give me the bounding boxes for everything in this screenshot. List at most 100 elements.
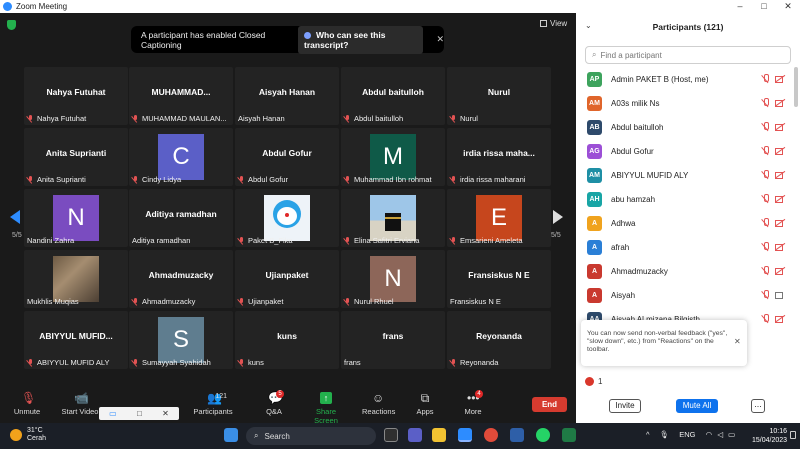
cc-banner-close-icon[interactable]: ✕	[436, 34, 444, 45]
excel-icon[interactable]	[562, 428, 576, 442]
video-tile[interactable]: S Sumayyah Syahidah	[129, 311, 233, 369]
video-tile[interactable]: C Cindy Lidya	[129, 128, 233, 186]
share-screen-button[interactable]: ↑ Share Screen	[304, 392, 348, 425]
video-tile[interactable]: Aditiya ramadhan Aditiya ramadhan	[129, 189, 233, 247]
video-tile[interactable]: Aisyah Hanan Aisyah Hanan	[235, 67, 339, 125]
maximize-button[interactable]: □	[752, 0, 776, 13]
video-tile[interactable]: Paket B_Fika	[235, 189, 339, 247]
tile-name-label: MUHAMMAD MAULAN...	[132, 114, 227, 123]
video-tile[interactable]: frans frans	[341, 311, 445, 369]
zoom-app-icon[interactable]	[458, 428, 472, 442]
weather-widget[interactable]: 31°C Cerah	[10, 427, 46, 443]
panel-more-button[interactable]: ...	[751, 399, 765, 413]
video-tile[interactable]: Ahmadmuzacky Ahmadmuzacky	[129, 250, 233, 308]
view-button[interactable]: View	[540, 19, 567, 28]
previous-page-arrow-icon[interactable]	[10, 210, 20, 224]
participants-panel: ⌄ Participants (121) ⌕ AP Admin PAKET B (…	[576, 13, 800, 423]
closed-caption-banner: A participant has enabled Closed Caption…	[131, 25, 444, 54]
video-tile[interactable]: Nurul Nurul	[447, 67, 551, 125]
muted-mic-icon	[450, 236, 457, 245]
video-tile[interactable]: Reyonanda Reyonanda	[447, 311, 551, 369]
tip-close-icon[interactable]: ✕	[734, 338, 741, 346]
minimize-button[interactable]: –	[728, 0, 752, 13]
muted-mic-icon	[762, 314, 770, 323]
tile-display-name: Nahya Futuhat	[46, 87, 106, 97]
microphone-icon[interactable]: 🎙	[660, 430, 670, 439]
participant-row[interactable]: A Ahmadmuzacky	[576, 259, 792, 283]
video-tile[interactable]: Fransiskus N E Fransiskus N E	[447, 250, 551, 308]
participant-name: Cindy Lidya	[142, 175, 182, 184]
muted-mic-icon	[762, 194, 770, 203]
next-page-arrow-icon[interactable]	[553, 210, 563, 224]
video-tile[interactable]: Nahya Futuhat Nahya Futuhat	[24, 67, 128, 125]
tile-display-name: frans	[382, 331, 404, 341]
video-tile[interactable]: Mukhlis Muqias	[24, 250, 128, 308]
task-view-icon[interactable]	[384, 428, 398, 442]
chevron-up-icon[interactable]: ^	[646, 430, 650, 439]
video-tile[interactable]: N Nandini Zahra	[24, 189, 128, 247]
file-explorer-icon[interactable]	[432, 428, 446, 442]
video-tile[interactable]: Abdul Gofur Abdul Gofur	[235, 128, 339, 186]
video-tile[interactable]: Anita Suprianti Anita Suprianti	[24, 128, 128, 186]
video-tile[interactable]: Ujianpaket Ujianpaket	[235, 250, 339, 308]
invite-button[interactable]: Invite	[609, 399, 641, 413]
chrome-icon[interactable]	[484, 428, 498, 442]
zoom-logo-icon	[3, 2, 12, 11]
participant-row[interactable]: AH abu hamzah	[576, 187, 792, 211]
speaker-icon[interactable]: ◁	[717, 430, 723, 439]
video-tile[interactable]: irdia rissa maha... irdia rissa maharani	[447, 128, 551, 186]
participant-row[interactable]: AM A03s milik Ns	[576, 91, 792, 115]
transcript-link-label: Who can see this transcript?	[304, 29, 386, 50]
reactions-icon: ☺	[372, 391, 385, 405]
video-tile[interactable]: Elina Safitri Erviana	[341, 189, 445, 247]
participants-button[interactable]: 👥 121 Participants	[193, 392, 233, 416]
end-meeting-button[interactable]: End	[532, 397, 567, 412]
unmute-button[interactable]: 🎙 Unmute	[12, 392, 42, 416]
language-indicator[interactable]: ENG	[679, 430, 695, 439]
apps-label: Apps	[416, 407, 434, 416]
video-tile[interactable]: N Nurul Rhuel	[341, 250, 445, 308]
restore-popup-icon[interactable]: □	[137, 409, 142, 418]
whatsapp-icon[interactable]	[536, 428, 550, 442]
muted-mic-icon	[762, 146, 770, 155]
participant-list-scrollbar[interactable]	[794, 67, 798, 107]
tile-name-label: kuns	[238, 358, 264, 367]
notification-icon[interactable]	[790, 431, 796, 439]
battery-icon[interactable]: ▭	[728, 430, 735, 439]
tile-display-name: Nurul	[487, 87, 511, 97]
video-off-icon	[775, 195, 785, 203]
minimize-popup-icon[interactable]: ▭	[109, 409, 117, 418]
participant-row[interactable]: AM ABIYYUL MUFID ALY	[576, 163, 792, 187]
participant-row[interactable]: AB Abdul baitulloh	[576, 115, 792, 139]
participant-avatar: A	[587, 263, 602, 279]
taskbar-search[interactable]: ⌕ Search	[246, 427, 376, 445]
participant-row[interactable]: AG Abdul Gofur	[576, 139, 792, 163]
video-tile[interactable]: M Muhammad Ibn rohmat	[341, 128, 445, 186]
security-shield-icon[interactable]	[7, 20, 16, 30]
start-icon[interactable]	[224, 428, 238, 442]
participant-row[interactable]: AP Admin PAKET B (Host, me)	[576, 67, 792, 91]
participant-row[interactable]: Aafrah	[576, 235, 792, 259]
reactions-button[interactable]: ☺ Reactions	[362, 391, 395, 416]
close-popup-icon[interactable]: ✕	[162, 409, 169, 418]
participant-row[interactable]: A Adhwa	[576, 211, 792, 235]
more-button[interactable]: ••• 4 More	[462, 390, 484, 416]
raised-hand-counter[interactable]: 1	[585, 377, 602, 386]
mute-all-button[interactable]: Mute All	[676, 399, 718, 413]
close-button[interactable]: ✕	[776, 0, 800, 13]
video-tile[interactable]: ABIYYUL MUFID... ABIYYUL MUFID ALY	[24, 311, 128, 369]
clock[interactable]: 10:16 15/04/2023	[752, 427, 787, 445]
qa-button[interactable]: 💬 5 Q&A	[262, 390, 286, 416]
wifi-icon[interactable]: ◠	[706, 430, 713, 439]
video-tile[interactable]: kuns kuns	[235, 311, 339, 369]
transcript-visibility-button[interactable]: Who can see this transcript?	[298, 25, 424, 54]
start-video-button[interactable]: 📹 Start Video	[60, 392, 100, 416]
participant-search-input[interactable]	[600, 50, 771, 60]
video-tile[interactable]: MUHAMMAD... MUHAMMAD MAULAN...	[129, 67, 233, 125]
participant-row[interactable]: A Aisyah	[576, 283, 792, 307]
video-tile[interactable]: E Emsarieni Ameleta	[447, 189, 551, 247]
teams-chat-icon[interactable]	[408, 428, 422, 442]
video-tile[interactable]: Abdul baitulloh Abdul baitulloh	[341, 67, 445, 125]
apps-button[interactable]: ⧉ Apps	[414, 392, 436, 416]
vpn-app-icon[interactable]	[510, 428, 524, 442]
